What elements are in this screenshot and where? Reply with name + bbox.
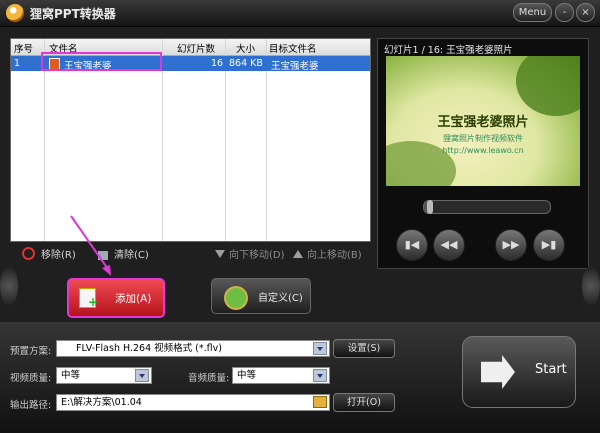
row-index: 1 xyxy=(14,58,21,69)
open-label: 打开(O) xyxy=(347,397,381,408)
start-arrow-icon xyxy=(481,355,515,389)
remove-icon xyxy=(22,247,35,260)
app-window: 狸窝PPT转换器 Menu - × 序号 文件名 幻灯片数 大小 目标文件名 1… xyxy=(0,0,600,433)
output-path-label: 输出路径: xyxy=(10,400,52,411)
audio-quality-select[interactable]: 中等 xyxy=(232,367,330,384)
right-ornament xyxy=(582,266,600,306)
add-button[interactable]: + 添加(A) xyxy=(67,278,165,318)
move-down-label: 向下移动(D) xyxy=(229,250,285,261)
menu-button[interactable]: Menu xyxy=(513,3,552,22)
row-slide-count: 16 xyxy=(211,58,224,69)
minimize-button[interactable]: - xyxy=(555,3,574,22)
minimize-label: - xyxy=(562,7,567,18)
custom-label: 自定义(C) xyxy=(258,293,303,304)
audio-quality-label: 音频质量: xyxy=(188,373,230,384)
move-down-button[interactable]: 向下移动(D) xyxy=(215,246,285,261)
preset-select[interactable]: FLV-Flash H.264 视频格式 (*.flv) xyxy=(56,340,330,357)
list-actions: 移除(R) 清除(C) 向下移动(D) 向上移动(B) xyxy=(14,246,369,261)
preview-panel: 幻灯片1 / 16: 王宝强老婆照片 王宝强老婆照片 狸窝照片制作视频软件 ht… xyxy=(377,38,589,269)
slide-subtitle: 狸窝照片制作视频软件 xyxy=(443,134,523,143)
chevron-down-icon[interactable] xyxy=(135,369,149,382)
header-target: 目标文件名 xyxy=(269,44,317,55)
title-bar: 狸窝PPT转换器 Menu - × xyxy=(0,0,600,27)
playback-progress[interactable] xyxy=(423,200,551,214)
remove-button[interactable]: 移除(R) xyxy=(22,246,76,261)
window-title: 狸窝PPT转换器 xyxy=(30,7,116,21)
preset-value: FLV-Flash H.264 视频格式 (*.flv) xyxy=(76,343,222,354)
preset-label: 预置方案: xyxy=(10,346,52,357)
app-logo-icon xyxy=(6,4,24,22)
video-quality-label: 视频质量: xyxy=(10,373,52,384)
move-up-button[interactable]: 向上移动(B) xyxy=(293,246,362,261)
clear-icon xyxy=(98,251,108,260)
header-size: 大小 xyxy=(236,44,256,55)
slide-preview: 王宝强老婆照片 狸窝照片制作视频软件 http://www.leawo.cn xyxy=(386,56,580,186)
menu-label: Menu xyxy=(518,7,547,18)
rewind-button[interactable]: ◀◀ xyxy=(433,229,465,261)
start-button[interactable]: Start xyxy=(462,336,576,408)
start-label: Start xyxy=(535,362,567,377)
custom-button[interactable]: 自定义(C) xyxy=(211,278,311,314)
remove-label: 移除(R) xyxy=(41,250,76,261)
close-button[interactable]: × xyxy=(576,3,595,22)
chevron-down-icon[interactable] xyxy=(313,342,327,355)
video-quality-select[interactable]: 中等 xyxy=(56,367,152,384)
move-up-label: 向上移动(B) xyxy=(307,250,362,261)
down-arrow-icon xyxy=(215,250,225,258)
next-slide-button[interactable]: ▶▮ xyxy=(533,229,565,261)
close-label: × xyxy=(581,7,590,18)
open-button[interactable]: 打开(O) xyxy=(333,393,395,412)
video-quality-value: 中等 xyxy=(61,370,81,381)
prev-slide-button[interactable]: ▮◀ xyxy=(396,229,428,261)
row-target-name: 王宝强老婆 xyxy=(271,61,319,72)
header-slides: 幻灯片数 xyxy=(177,44,216,55)
slide-url: http://www.leawo.cn xyxy=(442,146,524,155)
add-label: 添加(A) xyxy=(115,293,152,305)
slide-title: 王宝强老婆照片 xyxy=(437,115,529,130)
folder-icon[interactable] xyxy=(313,396,327,408)
progress-thumb[interactable] xyxy=(427,200,433,214)
tools-icon xyxy=(224,286,248,310)
selection-highlight xyxy=(41,52,162,71)
header-index: 序号 xyxy=(14,44,34,55)
plus-icon: + xyxy=(88,295,99,309)
output-path-value: E:\解决方案\01.04 xyxy=(61,397,142,408)
settings-button[interactable]: 设置(S) xyxy=(333,339,395,358)
clear-button[interactable]: 清除(C) xyxy=(98,246,149,261)
left-ornament xyxy=(0,266,18,306)
clear-label: 清除(C) xyxy=(114,250,149,261)
up-arrow-icon xyxy=(293,250,303,258)
leaf-decoration xyxy=(516,56,580,116)
preview-caption: 幻灯片1 / 16: 王宝强老婆照片 xyxy=(384,45,513,56)
chevron-down-icon[interactable] xyxy=(313,369,327,382)
row-size: 864 KB xyxy=(229,58,263,69)
settings-label: 设置(S) xyxy=(347,343,381,354)
audio-quality-value: 中等 xyxy=(237,370,257,381)
fast-forward-button[interactable]: ▶▶ xyxy=(495,229,527,261)
output-path-input[interactable]: E:\解决方案\01.04 xyxy=(56,394,330,411)
